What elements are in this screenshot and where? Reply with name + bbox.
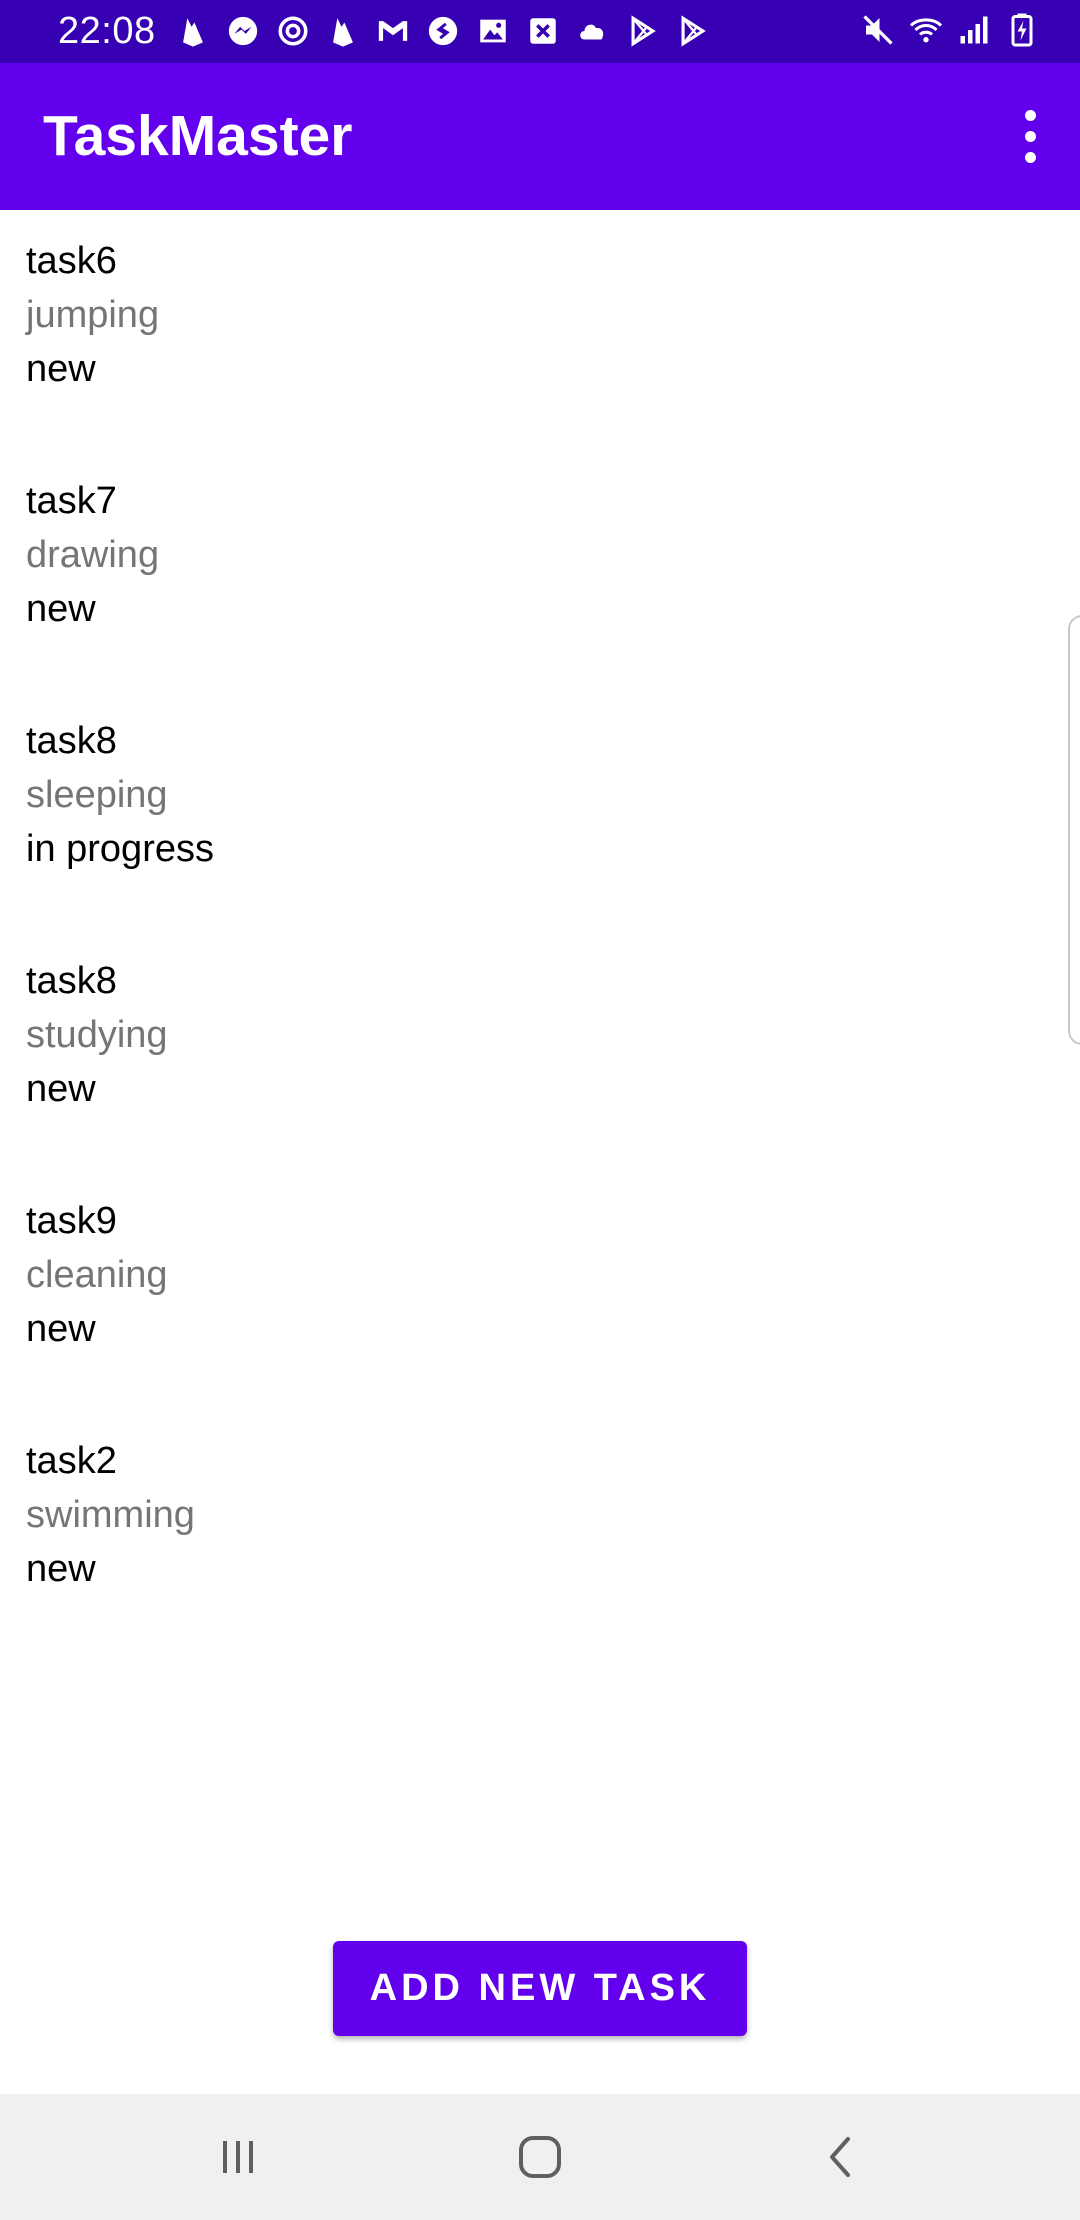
play-store-icon bbox=[681, 15, 706, 47]
battery-charging-icon bbox=[1011, 13, 1033, 47]
more-vert-icon-dot bbox=[1024, 130, 1036, 142]
task-body: studying bbox=[26, 1014, 168, 1056]
recent-apps-icon bbox=[223, 2141, 253, 2173]
navigation-bar bbox=[0, 2094, 1080, 2220]
back-icon bbox=[830, 2137, 850, 2177]
home-icon bbox=[519, 2136, 561, 2178]
excel-icon bbox=[530, 18, 556, 44]
task-body: swimming bbox=[26, 1494, 195, 1536]
task-title: task7 bbox=[26, 480, 117, 522]
task-state: new bbox=[26, 1308, 96, 1350]
task-list-item[interactable]: task9 cleaning new bbox=[0, 1170, 1060, 1370]
task-list-item[interactable]: task2 swimming new bbox=[0, 1410, 1060, 1610]
more-vert-icon bbox=[1024, 109, 1036, 121]
task-title: task8 bbox=[26, 960, 117, 1002]
gallery-icon bbox=[480, 19, 506, 43]
task-title: task8 bbox=[26, 720, 117, 762]
mute-icon bbox=[863, 15, 893, 45]
home-button[interactable] bbox=[500, 2122, 580, 2192]
recent-apps-button[interactable] bbox=[198, 2122, 278, 2192]
wifi-icon bbox=[909, 18, 943, 43]
task-title: task9 bbox=[26, 1200, 117, 1242]
shazam-icon bbox=[428, 16, 458, 46]
status-bar: 22:08 bbox=[0, 0, 1080, 63]
screen: 22:08 TaskMaster task6 jumping new task7… bbox=[0, 0, 1080, 2220]
status-time: 22:08 bbox=[58, 10, 156, 52]
messenger-icon bbox=[228, 16, 258, 46]
play-store-icon bbox=[631, 15, 656, 47]
task-body: sleeping bbox=[26, 774, 168, 816]
signal-icon bbox=[960, 16, 988, 44]
gmail-icon bbox=[378, 21, 408, 41]
more-options-button[interactable] bbox=[1000, 101, 1060, 171]
notification-icons bbox=[176, 14, 726, 48]
task-list-item[interactable]: task6 jumping new bbox=[0, 210, 1060, 410]
task-title: task2 bbox=[26, 1440, 117, 1482]
task-list-item[interactable]: task8 studying new bbox=[0, 930, 1060, 1130]
task-body: jumping bbox=[26, 294, 160, 336]
task-state: new bbox=[26, 588, 96, 630]
task-state: in progress bbox=[26, 828, 214, 870]
sync-icon bbox=[278, 16, 308, 46]
app-bar: TaskMaster bbox=[0, 63, 1080, 210]
more-vert-icon-dot bbox=[1024, 151, 1036, 163]
task-body: cleaning bbox=[26, 1254, 168, 1296]
edge-panel-handle[interactable] bbox=[1068, 615, 1080, 1045]
app-title: TaskMaster bbox=[43, 104, 353, 168]
firebase-icon bbox=[333, 18, 353, 47]
task-state: new bbox=[26, 1548, 96, 1590]
task-list-item[interactable]: task7 drawing new bbox=[0, 450, 1060, 650]
add-new-task-button[interactable]: ADD NEW TASK bbox=[333, 1941, 747, 2036]
system-icons bbox=[848, 12, 1040, 48]
cloud-icon bbox=[580, 24, 604, 40]
task-state: new bbox=[26, 1068, 96, 1110]
back-button[interactable] bbox=[802, 2122, 882, 2192]
task-body: drawing bbox=[26, 534, 160, 576]
task-state: new bbox=[26, 348, 96, 390]
task-list-item[interactable]: task8 sleeping in progress bbox=[0, 690, 1060, 890]
firebase-icon bbox=[183, 18, 203, 47]
task-title: task6 bbox=[26, 240, 117, 282]
